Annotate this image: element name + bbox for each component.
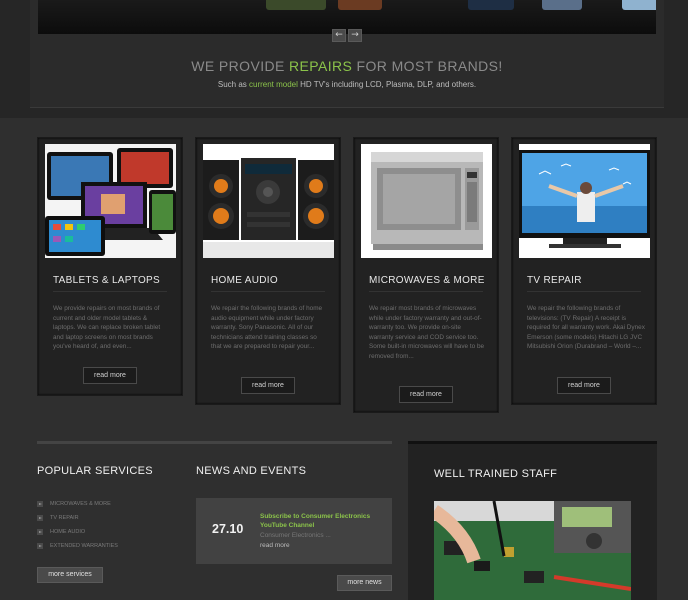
more-news-button[interactable]: more news (337, 575, 392, 591)
divider (369, 291, 483, 292)
slider-image (38, 0, 656, 34)
microwave-image (361, 144, 492, 258)
card-description: We provide repairs on most brands of cur… (53, 305, 161, 350)
arrow-bullet-icon (37, 543, 43, 549)
list-item[interactable]: EXTENDED WARRANTIES (37, 539, 118, 553)
news-source: Consumer Electronics ... (260, 532, 331, 539)
card-description: We repair the following brands of televi… (527, 305, 645, 350)
card-description: We repair most brands of microwaves whil… (369, 305, 485, 360)
home-audio-image (203, 144, 334, 258)
read-more-button[interactable]: read more (241, 377, 295, 394)
arrow-bullet-icon (37, 529, 43, 535)
slide-thumb (338, 0, 382, 10)
news-read-more-link[interactable]: read more (260, 542, 290, 549)
arrow-right-icon: → (351, 30, 359, 40)
card-title: TABLETS & LAPTOPS (53, 275, 160, 286)
slide-thumb (468, 0, 514, 10)
divider (211, 291, 325, 292)
slide-thumb (266, 0, 326, 10)
card-title: HOME AUDIO (211, 275, 278, 286)
hero-section: ← → WE PROVIDE REPAIRS FOR MOST BRANDS! … (30, 0, 664, 108)
popular-services-title: POPULAR SERVICES (37, 465, 153, 477)
slider-prev-button[interactable]: ← (332, 29, 346, 42)
list-item[interactable]: TV REPAIR (37, 511, 118, 525)
card-title: MICROWAVES & MORE (369, 275, 485, 286)
news-item: 27.10 Subscribe to Consumer Electronics … (196, 498, 392, 564)
card-description: We repair the following brands of home a… (211, 305, 323, 350)
slider-next-button[interactable]: → (348, 29, 362, 42)
card-title: TV REPAIR (527, 275, 582, 286)
staff-title: WELL TRAINED STAFF (434, 468, 558, 480)
service-card-home-audio: HOME AUDIO We repair the following brand… (195, 137, 341, 405)
staff-panel: WELL TRAINED STAFF (408, 441, 657, 600)
arrow-left-icon: ← (335, 30, 343, 40)
hero-subline: Such as current model HD TV's including … (217, 80, 477, 89)
slide-thumb (622, 0, 656, 10)
news-title: NEWS AND EVENTS (196, 465, 307, 477)
read-more-button[interactable]: read more (83, 367, 137, 384)
service-card-tablets: TABLETS & LAPTOPS We provide repairs on … (37, 137, 183, 396)
service-card-microwaves: MICROWAVES & MORE We repair most brands … (353, 137, 499, 413)
service-card-tv-repair: TV REPAIR We repair the following brands… (511, 137, 657, 405)
slide-thumb (542, 0, 582, 10)
hero-headline: WE PROVIDE REPAIRS FOR MOST BRANDS! (191, 58, 503, 74)
news-headline-link[interactable]: Subscribe to Consumer Electronics YouTub… (260, 512, 388, 530)
popular-services-list: MICROWAVES & MORE TV REPAIR HOME AUDIO E… (37, 497, 118, 553)
tablets-laptops-image (45, 144, 176, 258)
divider (527, 291, 641, 292)
staff-photo (434, 501, 631, 600)
divider (53, 291, 167, 292)
tv-image (519, 144, 650, 258)
list-item[interactable]: HOME AUDIO (37, 525, 118, 539)
news-date: 27.10 (212, 522, 244, 536)
more-services-button[interactable]: more services (37, 567, 103, 583)
headline-highlight: REPAIRS (289, 58, 353, 74)
read-more-button[interactable]: read more (557, 377, 611, 394)
read-more-button[interactable]: read more (399, 386, 453, 403)
subline-highlight-link[interactable]: current model (249, 80, 298, 89)
list-item[interactable]: MICROWAVES & MORE (37, 497, 118, 511)
section-divider (37, 441, 392, 444)
arrow-bullet-icon (37, 501, 43, 507)
arrow-bullet-icon (37, 515, 43, 521)
